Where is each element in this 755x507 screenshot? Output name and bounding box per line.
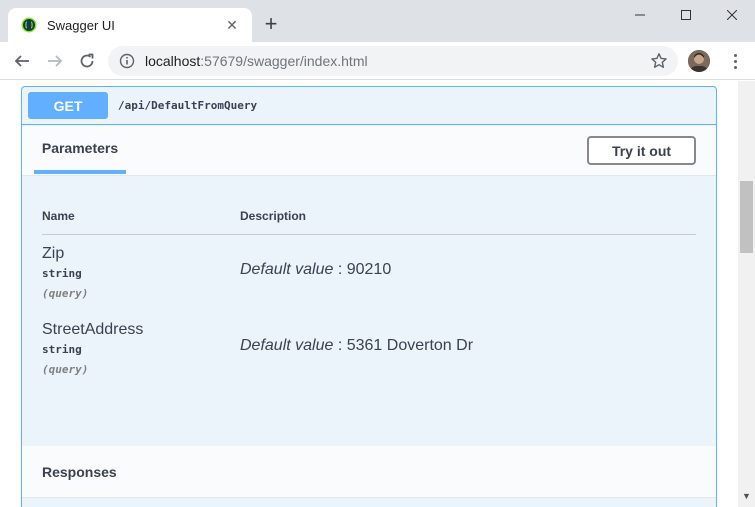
address-bar[interactable]: localhost:57679/swagger/index.html — [108, 46, 678, 76]
tab-close-icon[interactable]: ✕ — [222, 15, 242, 35]
operation-summary[interactable]: GET /api/DefaultFromQuery — [22, 87, 716, 125]
parameter-name: StreetAddress — [42, 321, 144, 338]
parameters-table-header: Name Description — [42, 207, 696, 235]
responses-label: Responses — [42, 463, 117, 480]
operation-block: GET /api/DefaultFromQuery Parameters Try… — [21, 86, 717, 507]
default-value-label: Default value — [240, 337, 334, 354]
default-value-label: Default value — [240, 261, 334, 278]
reload-icon — [80, 53, 94, 68]
maximize-button[interactable] — [663, 0, 709, 30]
browser-toolbar: localhost:57679/swagger/index.html — [0, 42, 755, 80]
profile-avatar[interactable] — [688, 50, 710, 72]
parameter-location: (query) — [42, 363, 89, 376]
parameter-row-zip: Zip string (query) Default value : 90210 — [42, 245, 696, 315]
tab-title: Swagger UI — [47, 17, 115, 33]
parameter-type: string — [42, 267, 82, 280]
column-header-name: Name — [42, 209, 75, 223]
default-value-separator: : — [333, 261, 347, 278]
parameter-name: Zip — [42, 245, 65, 262]
browser-menu-icon[interactable] — [725, 51, 745, 71]
parameter-description: Default value : 90210 — [240, 261, 391, 279]
back-arrow-icon — [14, 55, 29, 67]
new-tab-button[interactable]: + — [260, 13, 282, 35]
parameter-description: Default value : 5361 Doverton Dr — [240, 337, 473, 355]
parameters-tab-label: Parameters — [41, 140, 119, 156]
try-it-out-button[interactable]: Try it out — [587, 136, 696, 165]
back-button[interactable] — [10, 49, 34, 73]
url-host: localhost — [145, 53, 201, 69]
minimize-icon — [635, 14, 645, 16]
column-header-description: Description — [240, 209, 307, 223]
tab-parameters[interactable]: Parameters — [34, 126, 126, 174]
avatar-icon — [688, 50, 710, 72]
parameters-header: Parameters Try it out — [22, 126, 716, 176]
scrollbar-thumb[interactable] — [740, 181, 753, 253]
url-path: :57679/swagger/index.html — [200, 53, 368, 69]
parameter-location: (query) — [42, 287, 89, 300]
url-text[interactable]: localhost:57679/swagger/index.html — [145, 53, 650, 69]
reload-button[interactable] — [75, 49, 99, 73]
browser-titlebar: Swagger UI ✕ + — [0, 0, 755, 42]
method-badge: GET — [28, 92, 108, 119]
bookmark-star-icon[interactable] — [650, 52, 668, 70]
responses-header: Responses — [22, 446, 716, 498]
forward-button[interactable] — [43, 49, 67, 73]
default-value-separator: : — [333, 337, 347, 354]
maximize-icon — [681, 10, 691, 20]
parameter-row-streetaddress: StreetAddress string (query) Default val… — [42, 321, 696, 391]
forward-arrow-icon — [48, 55, 63, 67]
close-icon — [727, 10, 737, 20]
page-scrollbar[interactable]: ▼ — [738, 81, 755, 507]
scroll-down-arrow-icon[interactable]: ▼ — [742, 491, 751, 501]
default-value: 5361 Doverton Dr — [346, 337, 474, 354]
browser-tab[interactable]: Swagger UI ✕ — [8, 8, 252, 42]
close-window-button[interactable] — [709, 0, 755, 30]
operation-path: /api/DefaultFromQuery — [118, 99, 258, 112]
page-content: GET /api/DefaultFromQuery Parameters Try… — [0, 81, 738, 507]
parameter-type: string — [42, 343, 82, 356]
default-value: 90210 — [346, 261, 392, 278]
info-icon[interactable] — [119, 53, 135, 69]
minimize-button[interactable] — [617, 0, 663, 30]
swagger-favicon-icon — [21, 17, 37, 33]
